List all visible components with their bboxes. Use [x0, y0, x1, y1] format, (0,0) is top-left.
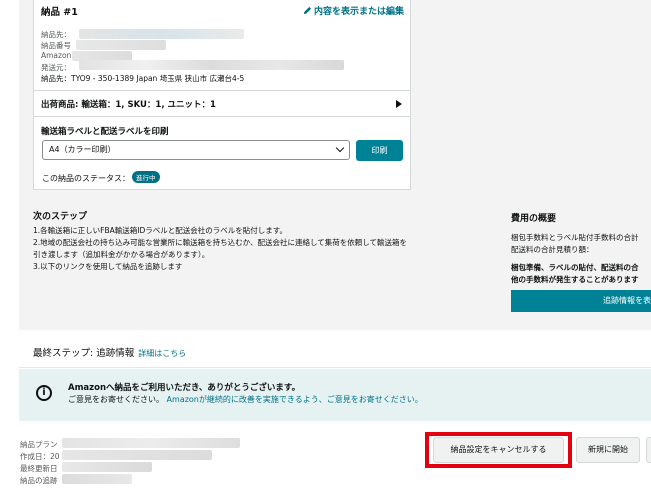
next-steps-title: 次のステップ: [33, 212, 88, 222]
amazon-label: Amazon: [41, 51, 72, 60]
more-button[interactable]: [646, 437, 651, 463]
final-step-label: 最終ステップ: 追跡情報: [33, 348, 135, 359]
alert-text: ご意見をお寄せください。 Amazonが継続的に改善を実施できるよう、ご意見をお…: [68, 394, 423, 405]
edit-shipment-link[interactable]: 内容を表示または編集: [303, 4, 404, 17]
fee-warning: 他の手数料が発生することがあります: [511, 275, 639, 284]
status-badge: 進行中: [132, 171, 160, 183]
next-step-line: 1.各輸送箱に正しいFBA輸送箱IDラベルと配送会社のラベルを貼付します。: [33, 226, 287, 235]
redacted-text: [79, 60, 344, 70]
next-step-line: 2.地域の配送会社の持ち込み可能な営業所に輸送箱を持ち込むか、配送会社に連絡して…: [33, 238, 408, 247]
redacted-text: [62, 474, 132, 484]
created-date: 作成日：20: [20, 452, 60, 461]
next-step-line: 3.以下のリンクを使用して納品を追跡します: [33, 262, 183, 271]
highlight-box: [425, 432, 572, 468]
start-new-button[interactable]: 新規に開始: [576, 437, 640, 463]
feedback-link[interactable]: Amazonが継続的に改善を実施できるよう、ご意見をお寄せください。: [167, 395, 423, 404]
next-step-line: 引き渡します（追加料金がかかる場合があります）。: [33, 250, 210, 259]
label-format-value: A4（カラー印刷）: [49, 145, 116, 154]
chevron-down-icon: [335, 143, 345, 153]
shipment-number-label: 納品番号: [41, 41, 71, 50]
expand-triangle-icon[interactable]: [396, 100, 402, 108]
redacted-text: [62, 450, 212, 460]
alert-title: Amazonへ納品をご利用いただき、ありがとうございます。: [68, 383, 301, 393]
updated-date: 最終更新日: [20, 464, 58, 473]
fee-warning: 梱包準備、ラベルの貼付、配送料の合: [511, 263, 639, 272]
label-format-select[interactable]: A4（カラー印刷）: [42, 140, 350, 160]
alert-text-plain: ご意見をお寄せください。: [68, 395, 164, 404]
final-step: 最終ステップ: 追跡情報 詳細はこちら: [33, 345, 186, 359]
shipped-items-summary[interactable]: 出荷商品: 輸送箱：1, SKU：1, ユニット：1: [41, 98, 216, 110]
divider: [34, 116, 410, 117]
redacted-text: [76, 40, 166, 50]
shipment-title: 納品 #1: [41, 7, 78, 18]
fee-line: 配送料の合計見積り額：: [511, 245, 594, 254]
plan-label: 納品プラン: [20, 440, 58, 449]
redacted-text: [62, 462, 152, 472]
shipment-status: この納品のステータス： 進行中: [42, 171, 160, 184]
edit-link-label: 内容を表示または編集: [313, 7, 404, 17]
fee-line: 梱包手数料とラベル貼付手数料の合計: [511, 233, 639, 242]
pencil-icon: [303, 6, 312, 15]
info-icon: i: [36, 385, 52, 401]
tracking-label: 納品の追跡: [20, 476, 58, 485]
fee-summary-title: 費用の概要: [511, 214, 557, 224]
label-print-title: 輸送箱ラベルと配送ラベルを印刷: [41, 127, 169, 137]
redacted-text: [62, 438, 240, 448]
shipment-card: 納品 #1 内容を表示または編集 納品先： 納品番号 Amazon 発送元： 納…: [33, 0, 411, 190]
destination-address: 納品先：TYO9 - 350-1389 Japan 埼玉県 狭山市 広瀬台4-5: [41, 74, 245, 83]
divider: [34, 90, 410, 91]
view-tracking-button[interactable]: 追跡情報を表示: [511, 290, 651, 312]
feedback-alert: i Amazonへ納品をご利用いただき、ありがとうございます。 ご意見をお寄せく…: [19, 369, 651, 421]
status-label: この納品のステータス：: [42, 174, 130, 183]
learn-more-link[interactable]: 詳細はこちら: [138, 349, 186, 358]
print-button[interactable]: 印刷: [356, 140, 403, 161]
destination-label: 納品先：: [41, 30, 71, 39]
divider: [19, 367, 651, 368]
origin-label: 発送元：: [41, 63, 71, 72]
redacted-text: [79, 29, 244, 39]
